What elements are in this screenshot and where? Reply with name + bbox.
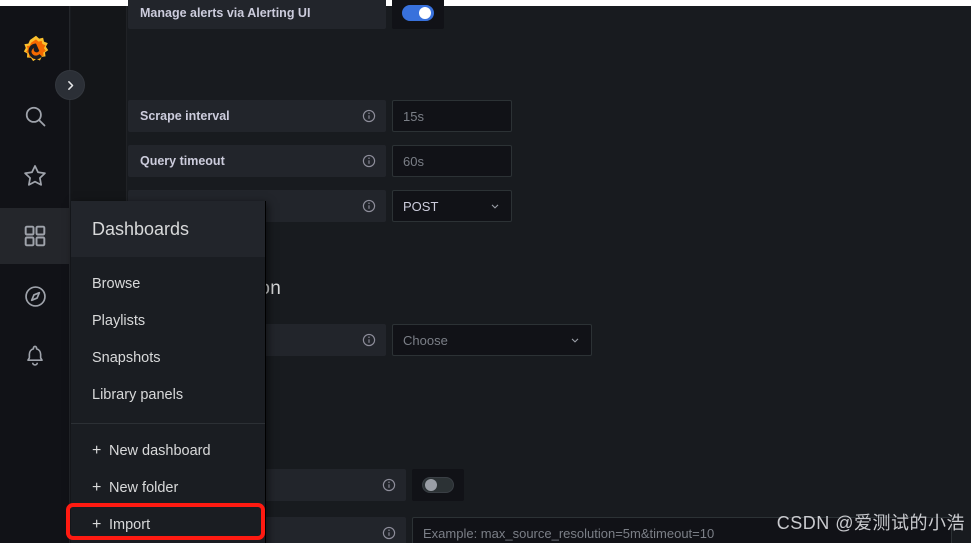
field-query-timeout: Query timeout 60s (128, 145, 512, 177)
field-label-manage-alerts: Manage alerts via Alerting UI (128, 0, 386, 29)
mega-menu-title-text: Dashboards (92, 218, 190, 239)
field-label-scrape-interval: Scrape interval (128, 100, 386, 132)
field-label-text: Scrape interval (140, 109, 230, 123)
expand-nav-button[interactable] (55, 70, 85, 100)
info-circle-icon[interactable] (362, 154, 376, 168)
mega-menu-title[interactable]: Dashboards (71, 201, 265, 257)
info-circle-icon[interactable] (382, 478, 396, 492)
input-placeholder: 60s (403, 153, 424, 169)
menu-item-import[interactable]: + Import (71, 506, 265, 543)
sidebar-item-starred[interactable] (0, 148, 70, 204)
toggle-disable-metrics-lookup[interactable] (422, 477, 454, 493)
menu-item-playlists[interactable]: Playlists (71, 302, 265, 339)
toggle-container-manage-alerts[interactable] (392, 0, 444, 29)
info-circle-icon[interactable] (362, 199, 376, 213)
select-value: POST (403, 198, 439, 214)
toggle-knob (425, 479, 437, 491)
app-window: Manage alerts via Alerting UI Scrape int… (0, 0, 971, 543)
info-circle-icon[interactable] (362, 109, 376, 123)
menu-item-label: Browse (92, 275, 141, 292)
dashboards-icon (22, 223, 48, 249)
select-http-method[interactable]: POST (392, 190, 512, 222)
menu-item-label: New folder (109, 479, 179, 496)
select-exemplars-datasource[interactable]: Choose (392, 324, 592, 356)
select-value: Choose (403, 332, 448, 348)
sidebar-item-alerting[interactable] (0, 328, 70, 384)
menu-item-label: Library panels (92, 386, 184, 403)
input-query-timeout[interactable]: 60s (392, 145, 512, 177)
chevron-down-icon (489, 200, 501, 212)
mega-menu-links-section: Browse Playlists Snapshots Library panel… (71, 257, 265, 423)
search-icon (22, 103, 49, 130)
dashboards-mega-menu: Dashboards Browse Playlists Snapshots Li… (71, 201, 266, 543)
menu-item-snapshots[interactable]: Snapshots (71, 339, 265, 376)
menu-item-library-panels[interactable]: Library panels (71, 376, 265, 413)
toggle-container-disable-metrics-lookup[interactable] (412, 469, 464, 501)
menu-item-new-dashboard[interactable]: + New dashboard (71, 432, 265, 469)
sidebar-item-explore[interactable] (0, 268, 70, 324)
field-label-text: Manage alerts via Alerting UI (140, 6, 311, 20)
csdn-watermark: CSDN @爱测试的小浩 (776, 513, 965, 533)
field-manage-alerts: Manage alerts via Alerting UI (128, 0, 444, 29)
star-icon (21, 162, 49, 190)
left-nav-rail (0, 6, 85, 543)
field-scrape-interval: Scrape interval 15s (128, 100, 512, 132)
menu-item-label: Import (109, 516, 151, 533)
chevron-down-icon (569, 334, 581, 346)
mega-menu-actions-section: + New dashboard + New folder + Import (71, 424, 265, 543)
toggle-manage-alerts[interactable] (402, 5, 434, 21)
plus-icon: + (92, 515, 102, 533)
field-label-text: Query timeout (140, 154, 225, 168)
plus-icon: + (92, 441, 102, 459)
sidebar-item-dashboards[interactable] (0, 208, 70, 264)
menu-item-browse[interactable]: Browse (71, 265, 265, 302)
menu-item-label: Playlists (92, 312, 146, 329)
input-placeholder: Example: max_source_resolution=5m&timeou… (423, 525, 715, 541)
input-placeholder: 15s (403, 108, 424, 124)
field-label-query-timeout: Query timeout (128, 145, 386, 177)
plus-icon: + (92, 478, 102, 496)
menu-item-label: Snapshots (92, 349, 161, 366)
bell-icon (22, 343, 48, 369)
info-circle-icon[interactable] (362, 333, 376, 347)
input-scrape-interval[interactable]: 15s (392, 100, 512, 132)
grafana-logo-icon[interactable] (18, 34, 54, 70)
toggle-knob (419, 7, 431, 19)
menu-item-label: New dashboard (109, 442, 211, 459)
info-circle-icon[interactable] (382, 526, 396, 540)
compass-icon (22, 283, 49, 310)
menu-item-new-folder[interactable]: + New folder (71, 469, 265, 506)
